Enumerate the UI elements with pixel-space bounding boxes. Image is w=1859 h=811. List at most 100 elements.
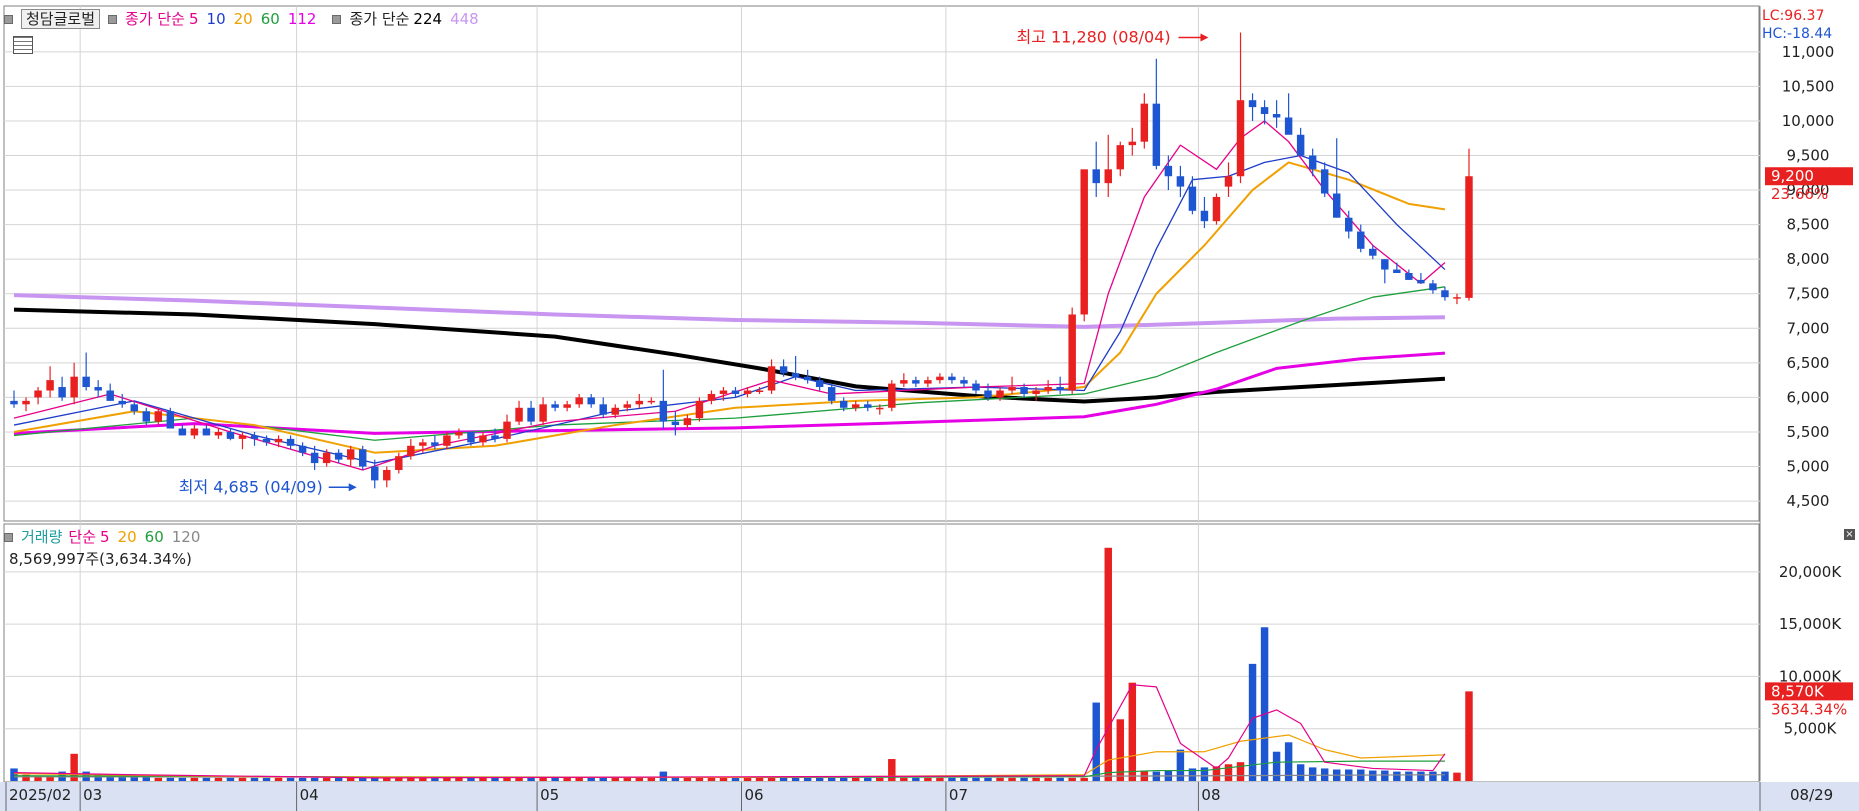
candle-body [202, 428, 211, 436]
date-axis-band [0, 782, 1859, 811]
candle-body [1248, 100, 1257, 108]
long-ma-periods: 224 448 [413, 10, 486, 28]
candle-body [1393, 269, 1401, 273]
volume-toggle-icon[interactable] [4, 533, 13, 542]
volume-bar [1296, 764, 1305, 781]
candle-body [900, 380, 908, 384]
candle-body [274, 438, 283, 443]
candle-body [142, 411, 151, 422]
candle-body [815, 380, 824, 388]
candle-body [1369, 248, 1377, 256]
candle-body [695, 400, 704, 419]
candle-body [888, 383, 896, 408]
candle-body [419, 442, 427, 446]
volume-bar [900, 777, 908, 781]
candle-body [803, 376, 812, 381]
ma-period-60: 60 [260, 10, 280, 28]
table-icon[interactable] [13, 36, 33, 54]
price-ma-periods: 5 10 20 60 112 [189, 10, 324, 28]
volume-bar [1308, 767, 1317, 781]
date-tick-label: 05 [540, 786, 559, 804]
candle-body [1152, 103, 1161, 166]
volume-bar [1056, 777, 1064, 781]
volume-legend: 거래량 단순 5 20 60 120 [4, 528, 216, 546]
price-tick-label: 4,500 [1787, 492, 1830, 510]
volume-bar [936, 777, 944, 781]
candle-body [755, 390, 764, 392]
candle-body [1176, 176, 1185, 187]
candle-body [94, 387, 102, 391]
volume-ma-label: 단순 [68, 528, 97, 546]
volume-bar [1236, 762, 1245, 781]
volume-bar [1272, 751, 1281, 781]
volume-bar [984, 777, 992, 781]
candle-body [226, 431, 235, 439]
volume-bar [1429, 771, 1437, 781]
low-annotation: 최저 4,685 (04/09) [179, 477, 323, 496]
vol-ma-period-20: 20 [117, 528, 137, 546]
candle-body [106, 390, 114, 401]
volume-bar [1224, 764, 1233, 781]
volume-bar [767, 777, 776, 781]
vol-ma-period-60: 60 [144, 528, 164, 546]
volume-tick-label: 15,000K [1779, 615, 1842, 633]
volume-bar [647, 777, 656, 781]
volume-bar [1453, 772, 1461, 781]
candle-body [876, 407, 884, 410]
volume-bar [515, 777, 523, 781]
candle-body [82, 376, 90, 388]
volume-bar [322, 777, 331, 781]
volume-bar [1465, 691, 1473, 781]
candle-body [322, 452, 331, 464]
candle-body [924, 380, 932, 384]
volume-bar [479, 777, 487, 781]
candle-body [238, 435, 247, 439]
volume-bar [226, 777, 235, 781]
candle-body [491, 435, 499, 439]
price-tick-label: 9,500 [1787, 147, 1830, 165]
stock-chart[interactable]: 4,500 5,000 5,500 6,000 6,500 7,000 7,500 8,000… [0, 0, 1859, 811]
stock-name[interactable]: 청담글로벌 [21, 9, 101, 29]
volume-bar [912, 777, 920, 781]
candle-body [659, 400, 668, 422]
close-icon[interactable]: × [1844, 529, 1855, 540]
volume-bar [815, 777, 824, 781]
volume-bar [166, 777, 175, 781]
volume-bar [1200, 767, 1209, 781]
candle-body [1332, 193, 1341, 218]
date-tick-label: 03 [83, 786, 102, 804]
candle-body [443, 435, 451, 446]
volume-bar [310, 777, 319, 781]
volume-bar [202, 777, 211, 781]
candle-body [479, 435, 487, 443]
candle-body [827, 387, 836, 401]
candle-body [1128, 141, 1137, 146]
candle-body [467, 431, 475, 443]
legend-toggle-icon[interactable] [4, 15, 13, 24]
candle-body [599, 404, 607, 415]
candle-body [1405, 273, 1413, 280]
candle-body [1200, 210, 1209, 222]
ma-toggle-icon[interactable] [108, 15, 118, 24]
candle-body [864, 404, 872, 408]
price-tick-label: 7,500 [1787, 285, 1830, 303]
volume-bar [238, 777, 247, 781]
volume-bar [1393, 771, 1401, 781]
candle-body [996, 390, 1004, 398]
candle-body [839, 400, 848, 408]
candle-body [407, 445, 415, 457]
candle-body [346, 449, 355, 460]
volume-bar [1068, 777, 1076, 781]
long-ma-toggle-icon[interactable] [332, 15, 342, 24]
candle-body [1381, 259, 1389, 270]
candle-body [743, 390, 752, 394]
candle-body [1345, 217, 1353, 232]
candle-body [948, 376, 956, 381]
volume-bar [827, 777, 836, 781]
volume-bar [443, 777, 451, 781]
volume-bar [623, 777, 631, 781]
candle-body [34, 390, 42, 398]
price-tick-label: 8,000 [1787, 250, 1830, 268]
last-date-label: 08/29 [1790, 786, 1833, 804]
candle-body [334, 452, 343, 460]
